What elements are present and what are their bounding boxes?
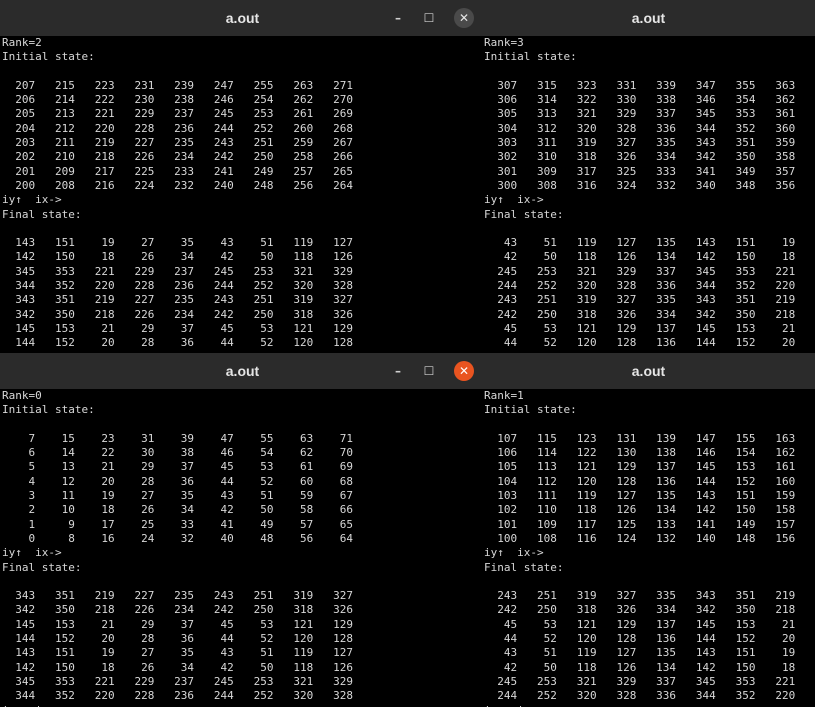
terminal-output[interactable]: Rank=2 Initial state: 207 215 223 231 23…: [2, 36, 485, 353]
maximize-button[interactable]: ☐: [414, 0, 444, 36]
terminal-text: Rank=1 Initial state: 107 115 123 131 13…: [484, 389, 796, 707]
maximize-icon: ☐: [423, 364, 435, 378]
close-button[interactable]: ✕: [449, 353, 479, 389]
minimize-button[interactable]: –: [383, 0, 413, 36]
titlebar[interactable]: a.out: [482, 353, 815, 389]
minimize-icon: –: [395, 11, 401, 25]
maximize-button[interactable]: ☐: [414, 353, 444, 389]
terminal-output[interactable]: Rank=0 Initial state: 7 15 23 31 39 47 5…: [2, 389, 485, 707]
titlebar[interactable]: a.out – ☐ ✕: [0, 353, 485, 389]
window-title: a.out: [631, 363, 666, 379]
maximize-icon: ☐: [423, 11, 435, 25]
close-button[interactable]: ✕: [449, 0, 479, 36]
window-title: a.out: [631, 10, 666, 26]
window-title: a.out: [225, 10, 260, 26]
terminal-output[interactable]: Rank=3 Initial state: 307 315 323 331 33…: [484, 36, 815, 353]
terminal-text: Rank=3 Initial state: 307 315 323 331 33…: [484, 36, 796, 353]
window-title: a.out: [225, 363, 260, 379]
terminal-window-rank-1[interactable]: a.out Rank=1 Initial state: 107 115 123 …: [482, 353, 815, 707]
titlebar[interactable]: a.out: [482, 0, 815, 36]
terminal-window-rank-0[interactable]: a.out – ☐ ✕ Rank=0 Initial state: 7 15 2…: [0, 353, 485, 707]
terminal-text: Rank=2 Initial state: 207 215 223 231 23…: [2, 36, 353, 353]
titlebar[interactable]: a.out – ☐ ✕: [0, 0, 485, 36]
minimize-icon: –: [395, 364, 401, 378]
close-icon: ✕: [454, 8, 474, 28]
minimize-button[interactable]: –: [383, 353, 413, 389]
terminal-output[interactable]: Rank=1 Initial state: 107 115 123 131 13…: [484, 389, 815, 707]
close-icon: ✕: [454, 361, 474, 381]
terminal-window-rank-2[interactable]: a.out – ☐ ✕ Rank=2 Initial state: 207 21…: [0, 0, 485, 353]
terminal-text: Rank=0 Initial state: 7 15 23 31 39 47 5…: [2, 389, 353, 707]
terminal-window-rank-3[interactable]: a.out Rank=3 Initial state: 307 315 323 …: [482, 0, 815, 353]
